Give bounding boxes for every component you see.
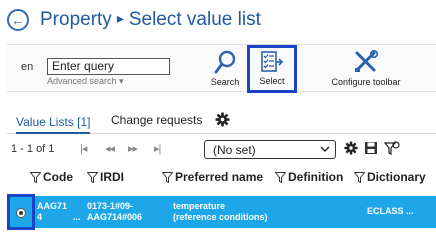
chevron-down-icon — [320, 146, 330, 152]
cell-name-line1: temperature — [173, 201, 226, 211]
pager: 1 - 1 of 1 |◂ ◂◂ ▸▸ ▸| (No set) — [7, 140, 436, 160]
back-arrow-icon[interactable]: ← — [7, 9, 29, 31]
search-button-label: Search — [210, 77, 240, 87]
pager-actions — [344, 141, 400, 157]
column-code-label: Code — [43, 170, 73, 184]
select-button[interactable]: Select — [247, 45, 297, 93]
column-irdi-label: IRDI — [100, 170, 124, 184]
set-dropdown[interactable]: (No set) — [204, 140, 336, 159]
gear-icon[interactable] — [344, 141, 358, 155]
breadcrumb-separator: ▸ — [116, 10, 124, 26]
record-count: 1 - 1 of 1 — [11, 143, 55, 155]
cell-name-line2: (reference conditions) — [173, 212, 268, 222]
column-preferred-name-label: Preferred name — [175, 170, 264, 184]
toolbar: en Enter query Advanced search ▾ Search … — [7, 44, 436, 93]
page-header: ← Property ▸ Select value list — [7, 6, 261, 34]
cell-irdi-line1: 0173-1#09- — [87, 201, 134, 211]
cell-code-line2: 4 — [37, 212, 43, 222]
table-header: Code IRDI Preferred name Definition Dict… — [7, 166, 436, 190]
search-input[interactable]: Enter query — [47, 58, 170, 75]
column-irdi[interactable]: IRDI — [87, 170, 124, 184]
tab-value-lists[interactable]: Value Lists [1] — [16, 115, 91, 134]
save-icon[interactable] — [364, 141, 378, 155]
column-code[interactable]: Code — [30, 170, 73, 184]
tab-bar: Value Lists [1] Change requests — [7, 110, 436, 134]
set-dropdown-value: (No set) — [213, 143, 256, 157]
gear-icon[interactable] — [215, 112, 230, 127]
last-page-icon[interactable]: ▸| — [154, 142, 161, 155]
next-page-icon[interactable]: ▸▸ — [128, 142, 138, 155]
cell-code-line1: AAG71 — [37, 201, 68, 211]
cell-dictionary: ECLASS ... — [367, 206, 414, 216]
select-list-icon — [261, 51, 284, 72]
filter-clear-icon[interactable] — [384, 141, 400, 157]
language-label[interactable]: en — [21, 61, 33, 73]
column-definition-label: Definition — [288, 170, 344, 184]
row-select-highlight[interactable] — [7, 194, 35, 230]
tools-icon — [355, 50, 378, 72]
tab-change-requests[interactable]: Change requests — [111, 113, 202, 127]
table-row[interactable]: AAG71 4 ... 0173-1#09- AAG714#006 temper… — [7, 194, 436, 230]
first-page-icon[interactable]: |◂ — [80, 142, 87, 155]
search-icon — [214, 50, 236, 74]
row-radio-button[interactable] — [16, 208, 26, 218]
advanced-search-link[interactable]: Advanced search ▾ — [47, 76, 124, 87]
cell-irdi-line2: AAG714#006 — [87, 212, 143, 222]
cell-code-ellipsis: ... — [73, 212, 81, 222]
configure-toolbar-label: Configure toolbar — [331, 77, 401, 87]
page-title: Property ▸ Select value list — [40, 9, 261, 31]
prev-page-icon[interactable]: ◂◂ — [105, 142, 115, 155]
select-button-label: Select — [259, 76, 285, 86]
configure-toolbar-button[interactable]: Configure toolbar — [327, 47, 405, 91]
filter-icon[interactable] — [275, 171, 286, 183]
filter-icon[interactable] — [87, 171, 98, 183]
column-dictionary[interactable]: Dictionary — [354, 170, 426, 184]
search-button[interactable]: Search — [207, 47, 243, 91]
filter-icon[interactable] — [162, 171, 173, 183]
column-dictionary-label: Dictionary — [367, 170, 426, 184]
breadcrumb-current: Select value list — [128, 9, 261, 30]
column-preferred-name[interactable]: Preferred name — [162, 170, 263, 184]
filter-icon[interactable] — [354, 171, 365, 183]
filter-icon[interactable] — [30, 171, 41, 183]
column-definition[interactable]: Definition — [275, 170, 343, 184]
breadcrumb-property[interactable]: Property — [40, 9, 112, 30]
